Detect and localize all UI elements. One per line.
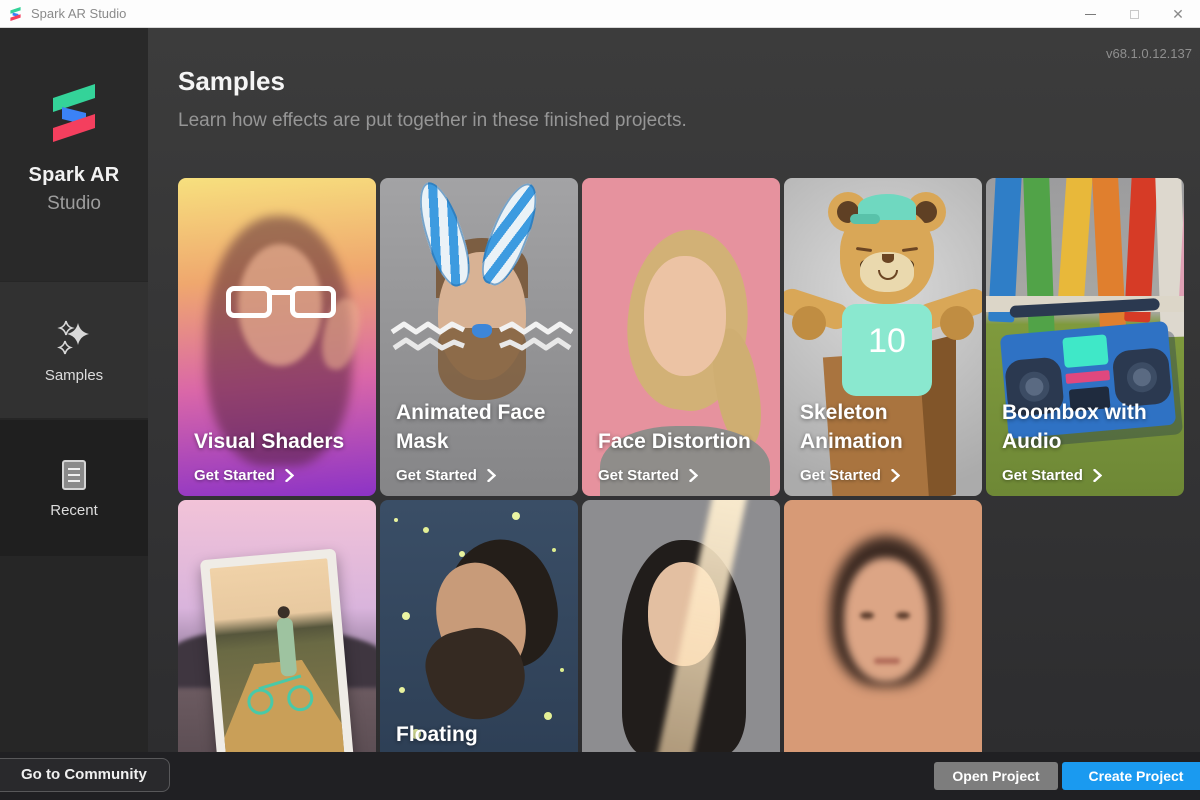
chevron-right-icon	[689, 469, 698, 482]
document-icon	[59, 458, 89, 492]
sample-card-floating-particles[interactable]: Floating Particles Get Started	[380, 500, 578, 778]
chevron-right-icon	[285, 469, 294, 482]
glasses-art	[226, 286, 336, 322]
woman-mouth-art	[874, 658, 900, 664]
create-project-button[interactable]: Create Project	[1062, 762, 1200, 790]
bear-mouth-art	[878, 270, 898, 280]
get-started-link[interactable]: Get Started	[800, 467, 900, 484]
main-header: Samples Learn how effects are put togeth…	[148, 28, 1200, 178]
bear-brow-art	[856, 247, 872, 252]
maximize-button[interactable]	[1112, 0, 1156, 28]
woman-eye-art	[860, 612, 874, 619]
sample-card-holiday-card[interactable]: Brighton, 2019 Holiday Card Get Started	[178, 500, 376, 778]
minimize-button[interactable]	[1068, 0, 1112, 28]
sidebar-item-label: Samples	[45, 367, 103, 384]
bear-cap-brim-art	[850, 214, 880, 224]
close-icon: ✕	[1172, 7, 1184, 21]
glasses-lens	[226, 286, 272, 318]
card-title: Boombox with Audio	[1002, 399, 1164, 456]
app-name: Spark AR	[29, 164, 120, 187]
polaroid-photo-art	[210, 558, 345, 767]
sample-card-animated-face-mask[interactable]: Animated Face Mask Get Started	[380, 178, 578, 496]
get-started-link[interactable]: Get Started	[396, 467, 496, 484]
sparkles-icon	[54, 317, 94, 357]
page-subtitle: Learn how effects are put together in th…	[178, 110, 687, 132]
get-started-label: Get Started	[396, 467, 477, 484]
sample-card-boombox-with-audio[interactable]: Boombox with Audio Get Started	[986, 178, 1184, 496]
sample-card-face-distortion[interactable]: Face Distortion Get Started	[582, 178, 780, 496]
window-title: Spark AR Studio	[31, 6, 126, 21]
app-body: Spark AR Studio Samples Recent Samples L…	[0, 28, 1200, 752]
shirt-number: 10	[842, 322, 932, 361]
particles-art	[394, 518, 398, 522]
cassette-window-art	[1062, 334, 1108, 368]
sample-card-skeleton-animation[interactable]: 10 Skeleton Animation Get Started	[784, 178, 982, 496]
glasses-lens	[290, 286, 336, 318]
button-strip-art	[1065, 370, 1110, 384]
page-title: Samples	[178, 66, 285, 97]
window-titlebar: Spark AR Studio ✕	[0, 0, 1200, 28]
get-started-label: Get Started	[598, 467, 679, 484]
samples-grid: Visual Shaders Get Started Animated Face…	[178, 178, 1186, 778]
version-label: v68.1.0.12.137	[1106, 46, 1192, 61]
maximize-icon	[1130, 10, 1139, 19]
woman-eye-art	[896, 612, 910, 619]
whiskers-art	[390, 316, 574, 362]
sidebar-item-samples[interactable]: Samples	[0, 282, 148, 418]
open-project-button[interactable]: Open Project	[934, 762, 1058, 790]
fence-picket-art	[1057, 178, 1093, 313]
get-started-label: Get Started	[1002, 467, 1083, 484]
go-to-community-button[interactable]: Go to Community	[0, 758, 170, 792]
chevron-right-icon	[487, 469, 496, 482]
sidebar-item-label: Recent	[50, 502, 98, 519]
spark-logo-icon	[47, 80, 101, 146]
app-name-sub: Studio	[47, 193, 101, 215]
minimize-icon	[1085, 14, 1096, 15]
get-started-link[interactable]: Get Started	[1002, 467, 1102, 484]
chevron-right-icon	[1093, 469, 1102, 482]
get-started-label: Get Started	[194, 467, 275, 484]
bunny-ear-art	[410, 178, 478, 291]
bear-paw-art	[792, 306, 826, 340]
woman-face-art	[644, 256, 726, 376]
glasses-bridge	[270, 290, 292, 295]
sidebar: Spark AR Studio Samples Recent	[0, 28, 148, 752]
sidebar-logo-section: Spark AR Studio	[0, 28, 148, 281]
polaroid-art: Brighton, 2019	[200, 549, 356, 778]
spark-logo-icon	[8, 6, 23, 22]
sample-card-light-leak[interactable]: Light Leak Get Started	[582, 500, 780, 778]
get-started-link[interactable]: Get Started	[194, 467, 294, 484]
card-title: Skeleton Animation	[800, 399, 962, 456]
chevron-right-icon	[891, 469, 900, 482]
sample-card-visual-shaders[interactable]: Visual Shaders Get Started	[178, 178, 376, 496]
fence-picket-art	[1155, 178, 1184, 337]
sidebar-item-recent[interactable]: Recent	[0, 420, 148, 556]
bear-paw-art	[940, 306, 974, 340]
bunny-nose-art	[472, 324, 492, 338]
footer-bar: Go to Community Open Project Create Proj…	[0, 752, 1200, 800]
person-head-art	[277, 606, 290, 619]
card-title: Face Distortion	[598, 428, 760, 456]
fence-picket-art	[1023, 178, 1055, 342]
get-started-label: Get Started	[800, 467, 881, 484]
sample-card-facezoom[interactable]: Facezoom Get Started	[784, 500, 982, 778]
bear-nose-art	[882, 254, 894, 263]
get-started-link[interactable]: Get Started	[598, 467, 698, 484]
close-button[interactable]: ✕	[1156, 0, 1200, 28]
card-title: Animated Face Mask	[396, 399, 558, 456]
bear-brow-art	[902, 247, 918, 252]
bear-muzzle-art	[860, 252, 914, 292]
card-title: Visual Shaders	[194, 428, 356, 456]
bear-shirt-art: 10	[842, 304, 932, 396]
